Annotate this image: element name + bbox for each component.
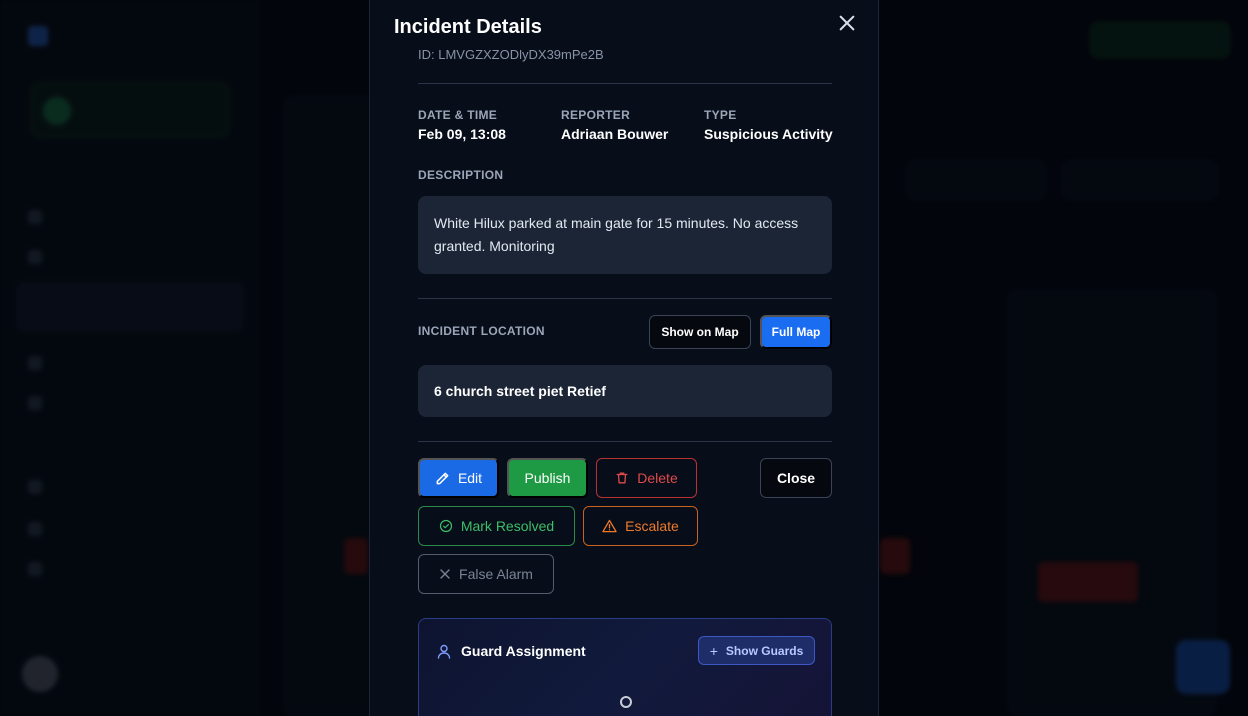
reporter-label: REPORTER [561,108,631,122]
check-circle-icon [439,519,452,533]
description-text: White Hilux parked at main gate for 15 m… [418,196,832,274]
location-label: INCIDENT LOCATION [418,324,545,338]
close-button[interactable]: Close [760,458,832,498]
divider [418,298,832,299]
false-alarm-button[interactable]: False Alarm [418,554,554,594]
show-guards-button[interactable]: + Show Guards [698,636,815,665]
date-time-value: Feb 09, 13:08 [418,126,506,142]
location-address: 6 church street piet Retief [418,365,832,417]
delete-label: Delete [637,470,678,486]
type-value: Suspicious Activity [704,126,833,142]
reporter-value: Adriaan Bouwer [561,126,669,142]
edit-button[interactable]: Edit [418,458,499,498]
pencil-icon [436,472,449,484]
description-label: DESCRIPTION [418,168,504,182]
trash-icon [616,472,628,484]
user-icon [437,644,451,659]
publish-label: Publish [524,470,571,486]
delete-button[interactable]: Delete [596,458,697,498]
show-on-map-button[interactable]: Show on Map [649,315,751,349]
close-icon[interactable] [836,12,858,34]
false-alarm-label: False Alarm [459,566,533,582]
divider [418,83,832,84]
date-time-label: DATE & TIME [418,108,498,122]
mark-resolved-button[interactable]: Mark Resolved [418,506,575,546]
close-label: Close [776,470,816,486]
guard-assignment-card: Guard Assignment + Show Guards [418,618,832,716]
escalate-label: Escalate [625,518,679,534]
reporter-field: REPORTER Adriaan Bouwer [561,108,668,142]
plus-icon: + [709,642,718,659]
escalate-button[interactable]: Escalate [583,506,698,546]
incident-id: ID: LMVGZXZODlyDX39mPe2B [418,50,604,62]
modal-title: Incident Details [394,16,542,38]
loading-spinner [620,696,632,708]
divider [418,441,832,442]
guard-assignment-title: Guard Assignment [461,643,586,659]
mark-resolved-label: Mark Resolved [460,518,555,534]
type-label: TYPE [704,108,737,122]
full-map-button[interactable]: Full Map [760,315,832,349]
publish-button[interactable]: Publish [507,458,588,498]
incident-details-modal: Incident Details ID: LMVGZXZODlyDX39mPe2… [369,0,879,716]
guard-assignment-heading: Guard Assignment [437,643,586,659]
edit-label: Edit [457,470,483,486]
warning-triangle-icon [602,519,617,533]
type-field: TYPE Suspicious Activity [704,108,833,142]
x-icon [440,569,450,579]
date-time-field: DATE & TIME Feb 09, 13:08 [418,108,506,142]
show-guards-label: Show Guards [725,643,804,658]
